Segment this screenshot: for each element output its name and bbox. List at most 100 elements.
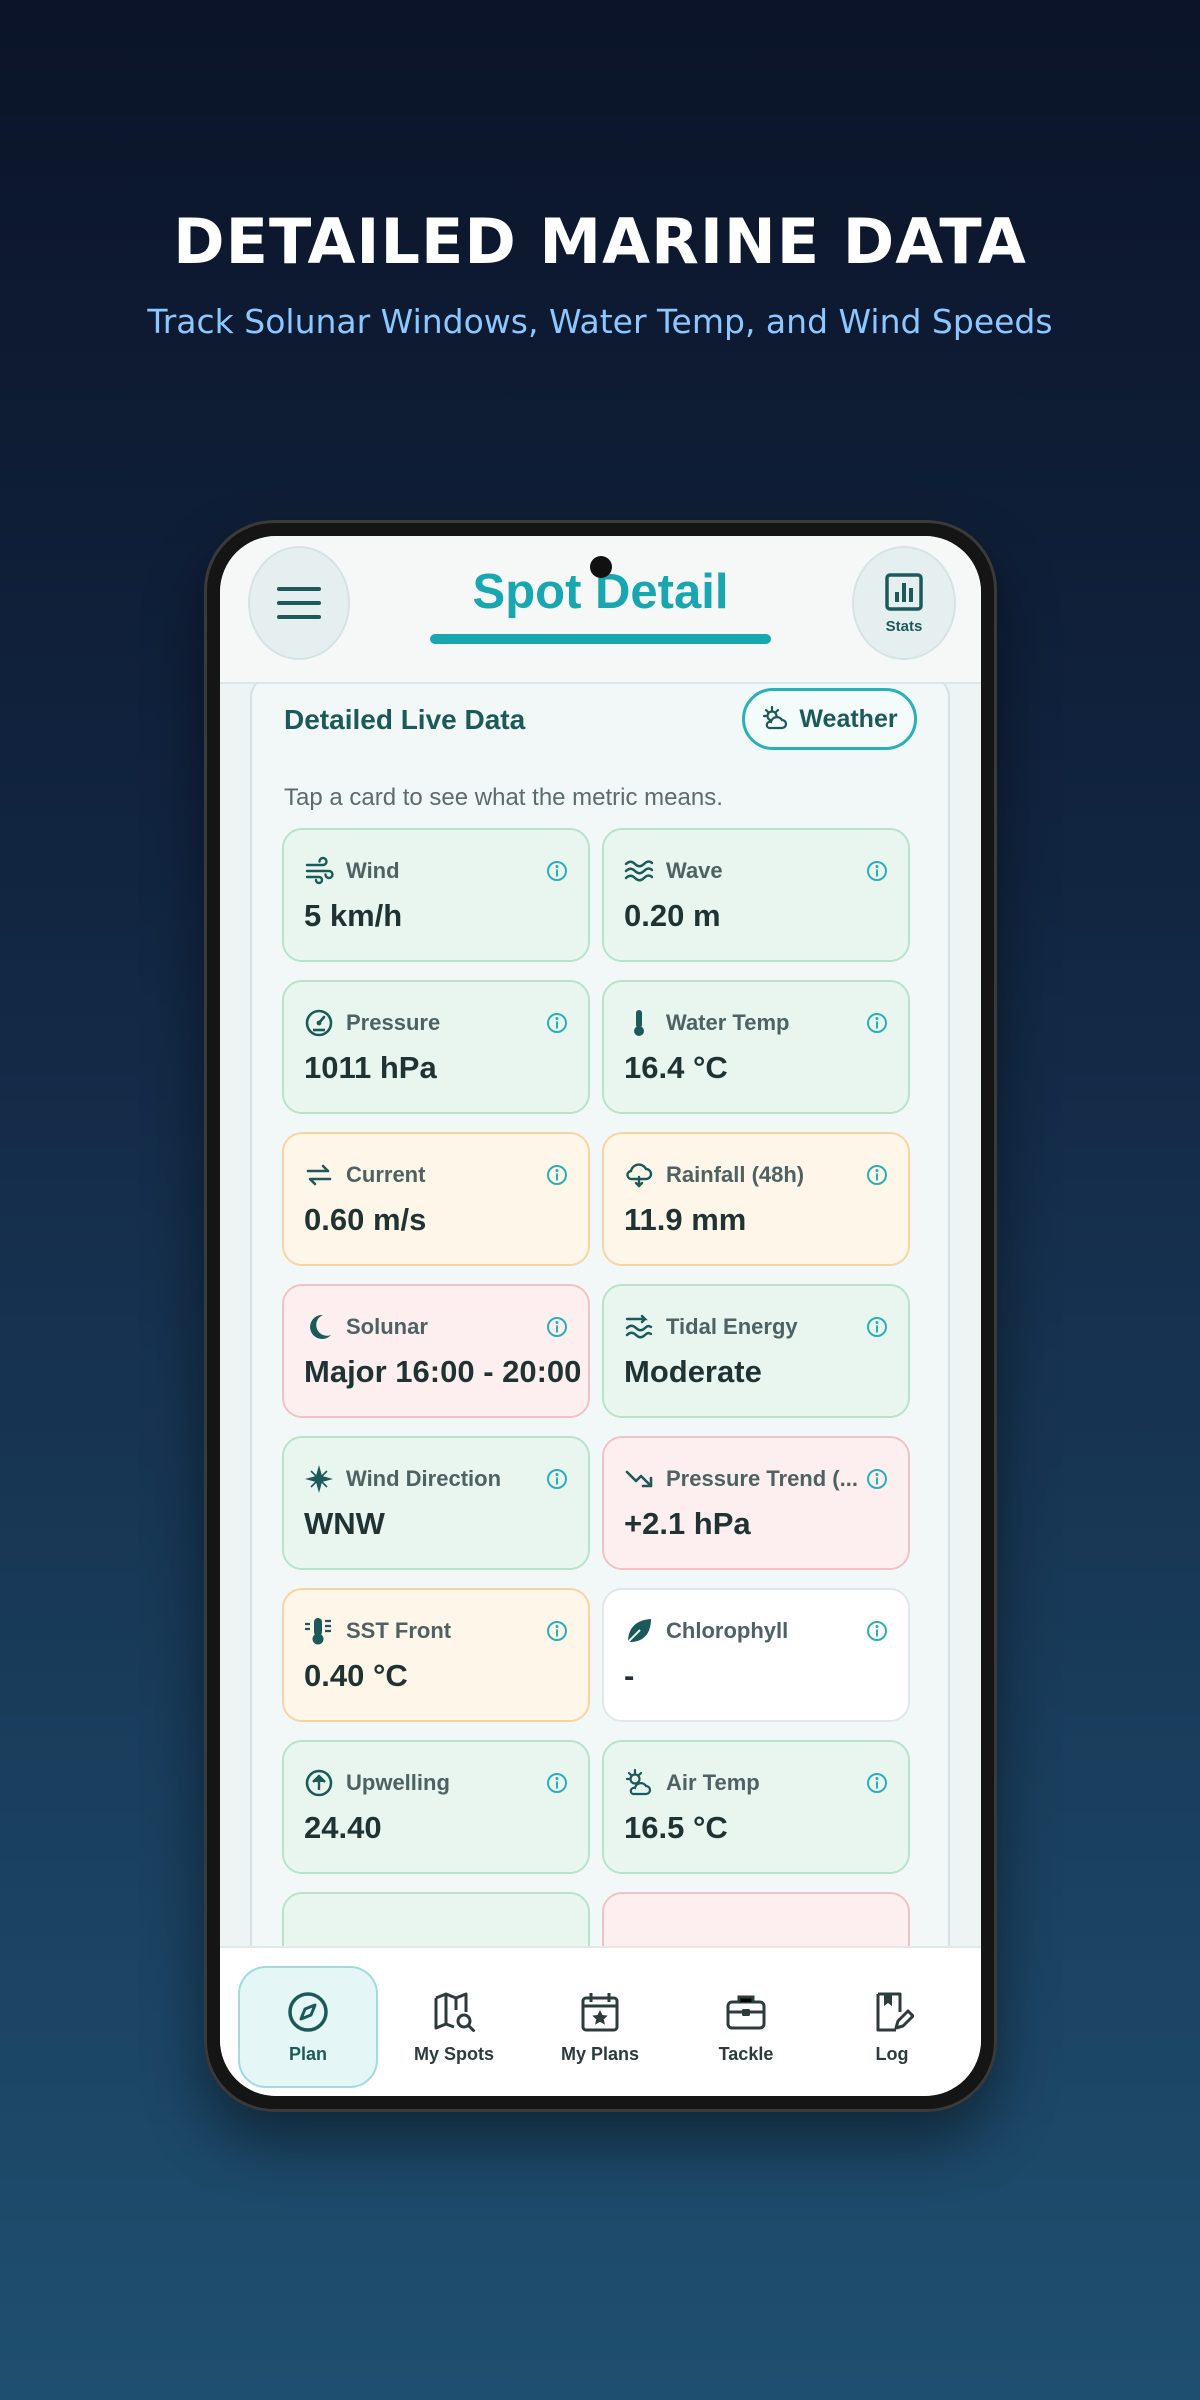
logbook-icon (876, 1992, 914, 2031)
live-data-hint: Tap a card to see what the metric means. (284, 784, 723, 811)
info-icon[interactable] (546, 1316, 568, 1338)
metric-value: WNW (304, 1506, 385, 1541)
sun-cloud-icon (625, 1768, 652, 1796)
metric-value: - (624, 1658, 635, 1693)
sun-cloud-icon (763, 705, 788, 730)
hero-subtitle: Track Solunar Windows, Water Temp, and W… (147, 302, 1053, 341)
metric-label: Pressure (346, 1010, 441, 1035)
live-data-title: Detailed Live Data (284, 704, 526, 735)
metric-label: Wave (666, 858, 723, 883)
metric-label: Tidal Energy (666, 1314, 798, 1339)
metric-label: Water Temp (666, 1010, 790, 1035)
tidal-flow-icon (625, 1314, 653, 1339)
nav-item-tackle[interactable]: Tackle (676, 1966, 816, 2088)
metric-value: 1011 hPa (304, 1050, 437, 1085)
live-data-panel: Detailed Live Data Weather Tap a card to… (250, 684, 950, 1946)
thermometer-icon (634, 1010, 644, 1036)
metric-card-air-temp[interactable]: Air Temp 16.5 °C (602, 1740, 910, 1874)
phone-frame: Spot Detail Stats Detailed Live Data Wea… (204, 520, 997, 2112)
metric-card-tidal-energy[interactable]: Tidal Energy Moderate (602, 1284, 910, 1418)
moon-icon (310, 1314, 331, 1339)
nav-label-my-spots: My Spots (413, 2043, 494, 2064)
metric-value: 0.60 m/s (304, 1202, 427, 1237)
wave-icon (624, 860, 654, 882)
metric-label: Solunar (346, 1314, 428, 1339)
metric-label: Rainfall (48h) (666, 1162, 805, 1187)
title-underline (430, 634, 771, 644)
hero-title: DETAILED MARINE DATA (173, 205, 1027, 278)
info-icon[interactable] (866, 1772, 888, 1794)
rain-cloud-icon (626, 1163, 653, 1188)
metric-value: 24.40 (304, 1810, 382, 1845)
swap-arrows-icon (306, 1164, 332, 1186)
metric-card-wave[interactable]: Wave 0.20 m (602, 828, 910, 962)
metric-card-pressure[interactable]: Pressure 1011 hPa (282, 980, 590, 1114)
metric-value: 16.4 °C (624, 1050, 728, 1085)
metric-value: 16.5 °C (624, 1810, 728, 1845)
metric-value: 5 km/h (304, 898, 403, 933)
info-icon[interactable] (866, 1316, 888, 1338)
metric-label: Chlorophyll (666, 1618, 789, 1643)
nav-item-plan[interactable]: Plan (238, 1966, 378, 2088)
metric-value: 0.40 °C (304, 1658, 408, 1693)
weather-button[interactable]: Weather (742, 688, 917, 750)
info-icon[interactable] (546, 1772, 568, 1794)
bar-chart-icon (885, 572, 923, 611)
metric-label: Current (346, 1162, 426, 1187)
map-search-icon (434, 1992, 475, 2032)
nav-label-tackle: Tackle (718, 2043, 774, 2064)
metric-value: Moderate (624, 1354, 762, 1389)
trend-down-icon (625, 1470, 653, 1488)
front-camera (590, 556, 612, 578)
metric-value: 11.9 mm (624, 1202, 747, 1237)
info-icon[interactable] (546, 1468, 568, 1490)
metric-card-upwelling[interactable]: Upwelling 24.40 (282, 1740, 590, 1874)
metric-label: Air Temp (666, 1770, 760, 1795)
nav-label-plan: Plan (288, 2043, 327, 2064)
metric-card-chlorophyll[interactable]: Chlorophyll - (602, 1588, 910, 1722)
metric-card-sst-front[interactable]: SST Front 0.40 °C (282, 1588, 590, 1722)
nav-item-my-spots[interactable]: My Spots (384, 1966, 524, 2088)
metric-card-partial[interactable] (282, 1892, 590, 1946)
nav-label-log: Log (875, 2043, 909, 2064)
metric-card-solunar[interactable]: Solunar Major 16:00 - 20:00 (282, 1284, 590, 1418)
phone-screen: Spot Detail Stats Detailed Live Data Wea… (220, 536, 981, 2096)
metric-card-wind[interactable]: Wind 5 km/h (282, 828, 590, 962)
info-icon[interactable] (866, 1164, 888, 1186)
metric-value: Major 16:00 - 20:00 (304, 1354, 582, 1389)
metric-value: 0.20 m (624, 898, 721, 933)
weather-button-label: Weather (799, 704, 898, 733)
nav-item-my-plans[interactable]: My Plans (530, 1966, 670, 2088)
info-icon[interactable] (866, 1620, 888, 1642)
compass-rose-icon (305, 1465, 333, 1493)
info-icon[interactable] (546, 1620, 568, 1642)
metric-label: SST Front (346, 1618, 452, 1643)
metric-card-current[interactable]: Current 0.60 m/s (282, 1132, 590, 1266)
info-icon[interactable] (546, 1012, 568, 1034)
tackle-box-icon (726, 1995, 766, 2029)
metric-card-wind-direction[interactable]: Wind Direction WNW (282, 1436, 590, 1570)
metric-card-pressure-trend[interactable]: Pressure Trend (... +2.1 hPa (602, 1436, 910, 1570)
info-icon[interactable] (866, 860, 888, 882)
metric-card-water-temp[interactable]: Water Temp 16.4 °C (602, 980, 910, 1114)
nav-item-log[interactable]: Log (822, 1966, 962, 2088)
gauge-icon (305, 1009, 333, 1037)
info-icon[interactable] (866, 1012, 888, 1034)
info-icon[interactable] (546, 1164, 568, 1186)
nav-label-my-plans: My Plans (560, 2043, 640, 2064)
info-icon[interactable] (866, 1468, 888, 1490)
stats-button[interactable]: Stats (852, 546, 956, 660)
info-icon[interactable] (546, 860, 568, 882)
metric-card-partial[interactable] (602, 1892, 910, 1946)
metric-card-rainfall-48h[interactable]: Rainfall (48h) 11.9 mm (602, 1132, 910, 1266)
content-scroll-area[interactable]: Detailed Live Data Weather Tap a card to… (220, 684, 981, 1946)
calendar-star-icon (581, 1992, 619, 2031)
metric-value: +2.1 hPa (624, 1506, 751, 1541)
leaf-icon (627, 1619, 651, 1643)
wind-icon (305, 856, 334, 885)
metric-label: Upwelling (346, 1770, 450, 1795)
metric-label: Pressure Trend (... (666, 1466, 858, 1491)
compass-icon (288, 1991, 328, 2032)
metric-label: Wind Direction (346, 1466, 502, 1491)
arrow-up-circle-icon (305, 1769, 333, 1797)
